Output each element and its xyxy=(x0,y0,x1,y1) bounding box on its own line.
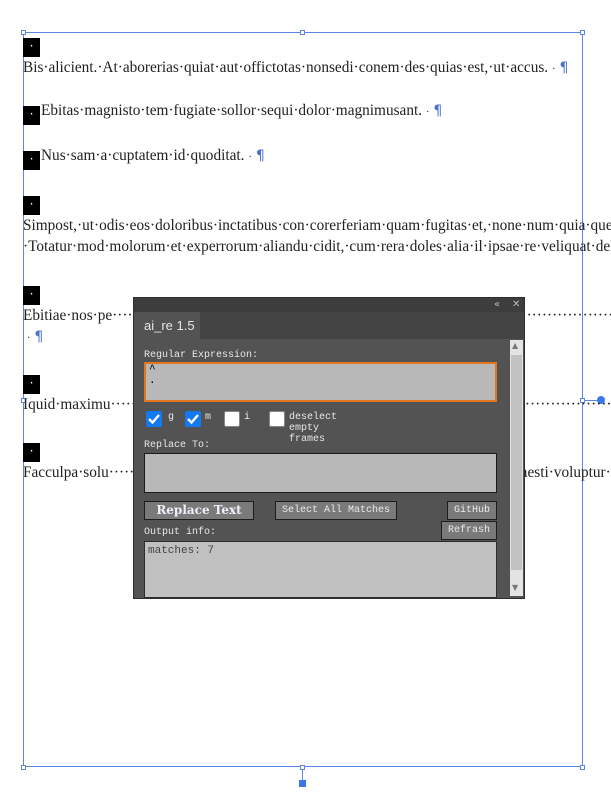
checkmark-icon xyxy=(187,414,199,425)
collapse-icon[interactable]: « xyxy=(494,298,500,312)
deselect-empty-frames-checkbox[interactable] xyxy=(269,411,285,427)
scrollbar-thumb[interactable] xyxy=(511,355,522,570)
pilcrow-icon: ¶ xyxy=(559,60,569,76)
replace-label: Replace To: xyxy=(144,440,211,451)
scroll-down-icon[interactable]: ▼ xyxy=(512,583,518,592)
panel-scrollbar[interactable]: ▲ ▼ xyxy=(510,340,523,596)
paragraph: ·Simpost,·ut·odis·eos·doloribus·inctatib… xyxy=(23,190,611,259)
checkmark-icon xyxy=(148,414,160,425)
paragraph-text: Simpost,·ut·odis·eos·doloribus·inctatibu… xyxy=(23,217,611,256)
flag-g-checkbox[interactable] xyxy=(146,411,162,427)
paragraph: · Bis·alicient.·At·aborerias·quiat·aut·of… xyxy=(23,38,569,76)
flag-m-checkbox[interactable] xyxy=(185,411,201,427)
github-button[interactable]: GitHub xyxy=(447,501,497,520)
replace-input[interactable] xyxy=(144,453,497,493)
bullet-marker: · xyxy=(23,38,40,57)
regex-input[interactable]: ^ . xyxy=(144,362,497,402)
flag-i-label: i xyxy=(244,412,251,423)
pilcrow-icon: ¶ xyxy=(255,148,265,165)
bullet-marker: · xyxy=(23,285,40,305)
panel-tab-bar: ai_re 1.5 xyxy=(134,312,524,339)
flag-g-label: g xyxy=(168,412,175,423)
paragraph: · Ebitas·magnisto·tem·fugiate·sollor·sequ… xyxy=(23,100,583,126)
frame-handle-bottom-left[interactable] xyxy=(21,765,26,770)
in-port-icon[interactable] xyxy=(299,780,306,787)
scroll-up-icon[interactable]: ▲ xyxy=(512,341,518,350)
select-all-matches-button[interactable]: Select All Matches xyxy=(275,501,397,520)
regex-label: Regular Expression: xyxy=(144,350,259,361)
in-port-line xyxy=(302,770,303,780)
paragraph-text: Bis·alicient.·At·aborerias·quiat·aut·off… xyxy=(23,59,549,76)
paragraph-text: Ebitas·magnisto·tem·fugiate·sollor·sequi… xyxy=(41,102,423,120)
paragraph-text: Nus·sam·a·cuptatem·id·quoditat. xyxy=(41,147,245,165)
bullet-marker: · xyxy=(23,196,40,216)
tab-ai-re[interactable]: ai_re 1.5 xyxy=(134,312,200,339)
pilcrow-icon: ¶ xyxy=(34,328,44,345)
pilcrow-icon: ¶ xyxy=(433,103,443,120)
ai-re-panel: « ✕ ai_re 1.5 Regular Expression: ^ . g … xyxy=(133,297,525,599)
bullet-marker: · xyxy=(23,443,40,463)
flag-m-label: m xyxy=(205,412,212,423)
paragraph: · Nus·sam·a·cuptatem·id·quoditat. · ¶ xyxy=(23,145,583,171)
replace-text-button[interactable]: Replace Text xyxy=(144,501,254,520)
flag-i-checkbox[interactable] xyxy=(224,411,240,427)
panel-title-bar[interactable] xyxy=(134,298,524,312)
refresh-button[interactable]: Refrash xyxy=(441,521,497,540)
bullet-marker: · xyxy=(23,375,40,395)
bullet-marker: · xyxy=(23,106,40,126)
deselect-empty-frames-label: deselect empty frames xyxy=(289,412,338,445)
bullet-marker: · xyxy=(23,151,40,171)
output-label: Output info: xyxy=(144,527,217,538)
close-icon[interactable]: ✕ xyxy=(512,298,520,312)
frame-handle-bottom-right[interactable] xyxy=(580,765,585,770)
output-info-box: matches: 7 xyxy=(144,541,497,598)
